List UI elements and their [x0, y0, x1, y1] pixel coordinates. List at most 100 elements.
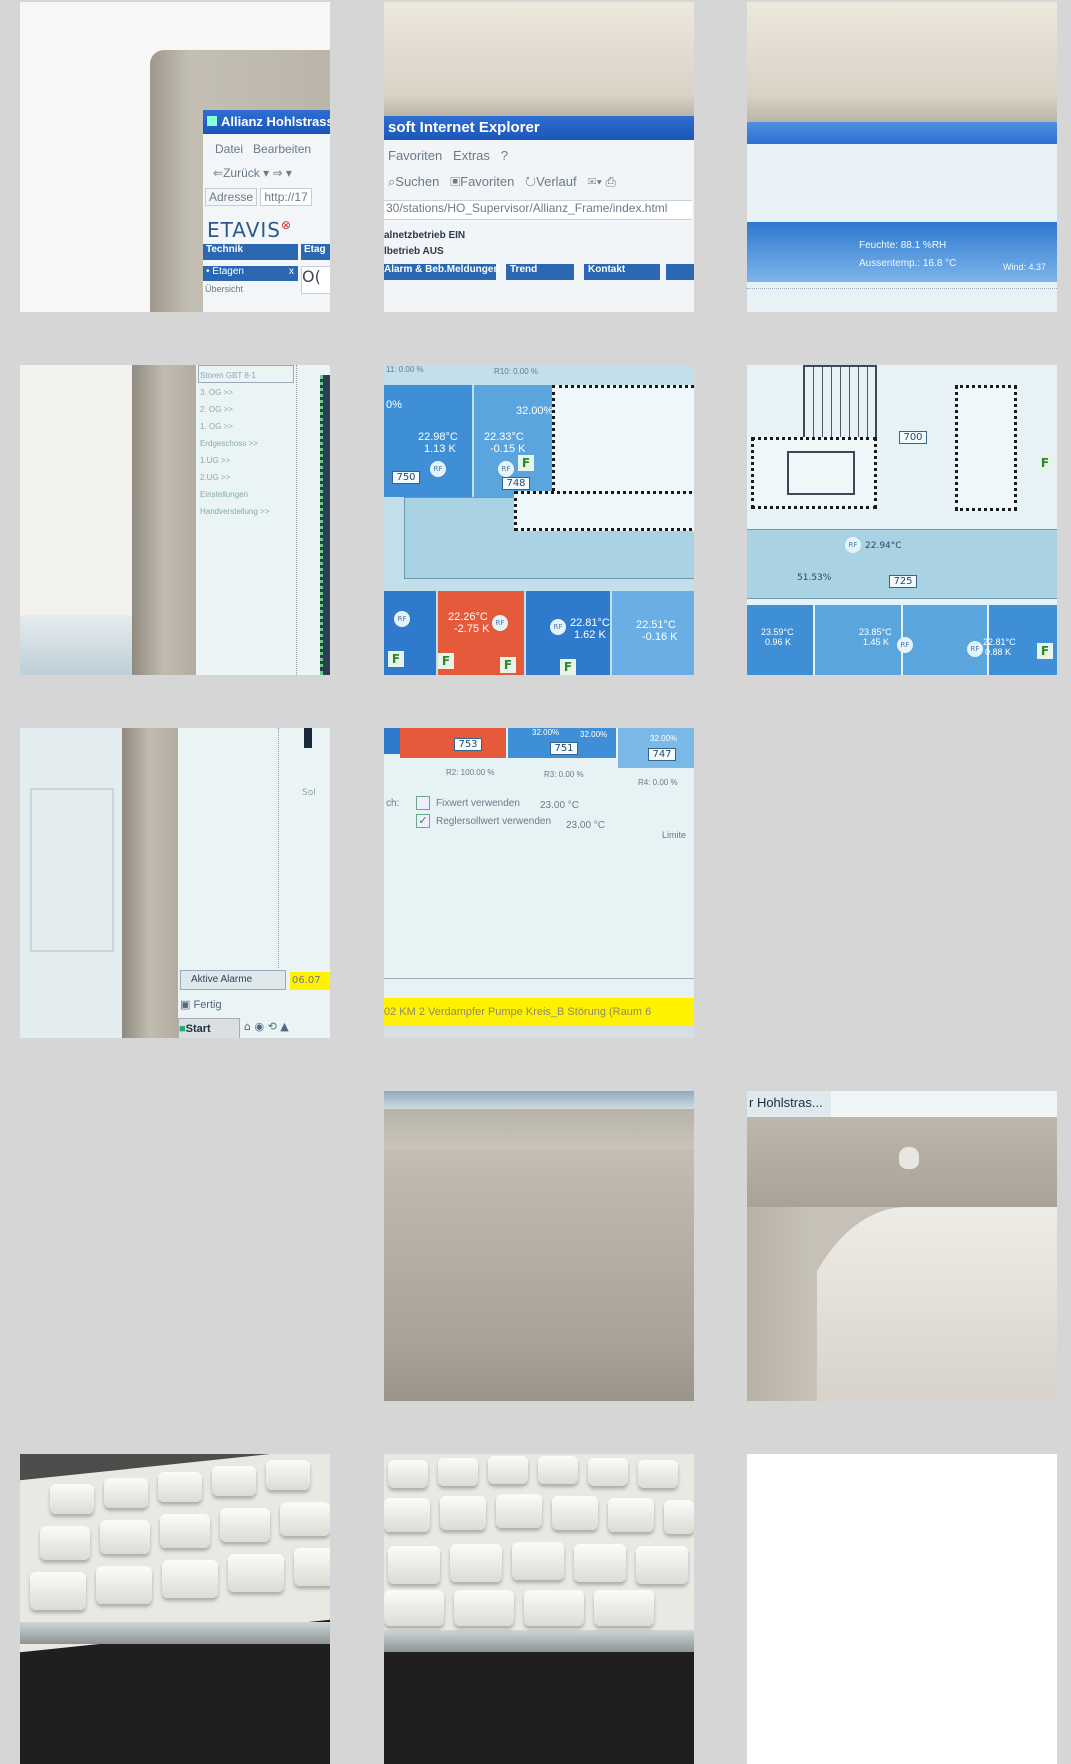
tab-trend[interactable]: Trend: [506, 264, 574, 280]
keyboard-key[interactable]: [30, 1572, 86, 1610]
tab-kontakt[interactable]: Kontakt: [584, 264, 660, 280]
regler-label: Reglersollwert verwenden: [436, 816, 552, 827]
screen-area: Storen GBT 8-1 3. OG >> 2. OG >> 1. OG >…: [196, 365, 330, 675]
ie-title-bar: [747, 122, 1057, 144]
rf-badge: RF: [967, 641, 983, 657]
keyboard-key[interactable]: [636, 1546, 688, 1584]
tile-status-left: Sol Aktive Alarme 06.07 ▣ Fertig ■Start …: [20, 728, 330, 1038]
keyboard-key[interactable]: [162, 1560, 218, 1598]
search-button[interactable]: Suchen: [395, 174, 439, 189]
tile-floorplan-right: 700 RF 22.94°C 51.53% 725 23.59°C 0.96 K…: [747, 365, 1057, 675]
tile-blank: [747, 1454, 1057, 1764]
favorites-icon[interactable]: ▣: [450, 174, 460, 189]
keyboard-key[interactable]: [384, 1590, 444, 1626]
keyboard-key[interactable]: [512, 1542, 564, 1580]
keyboard-key[interactable]: [450, 1544, 502, 1582]
keyboard-key[interactable]: [524, 1590, 584, 1626]
menu-favoriten[interactable]: Favoriten: [388, 148, 442, 163]
back-button[interactable]: Zurück: [223, 166, 260, 180]
keyboard-key[interactable]: [454, 1590, 514, 1626]
menu-help[interactable]: ?: [501, 148, 508, 163]
history-button[interactable]: Verlauf: [536, 174, 576, 189]
room-lower-3[interactable]: [903, 605, 987, 675]
menu-bearbeiten[interactable]: Bearbeiten: [253, 142, 311, 156]
keyboard-key[interactable]: [100, 1520, 150, 1554]
nav-item-eg[interactable]: Erdgeschoss >>: [200, 435, 269, 452]
nav-item-handverstellung[interactable]: Handverstellung >>: [200, 503, 269, 520]
keyboard-key[interactable]: [294, 1548, 330, 1586]
nav-item-storen[interactable]: Storen GBT 8-1: [200, 367, 269, 384]
room-number-751: 751: [550, 742, 578, 755]
keyboard-key[interactable]: [574, 1544, 626, 1582]
keyboard-key[interactable]: [608, 1498, 654, 1532]
keyboard-key[interactable]: [50, 1484, 94, 1514]
tile-weather: Feuchte: 88.1 %RH Aussentemp.: 16.8 °C W…: [747, 2, 1057, 312]
tile-floorplan-center: 11: 0.00 % R10: 0.00 % 0% 32.00% 22.98°C…: [384, 365, 694, 675]
keyboard-key[interactable]: [104, 1478, 148, 1508]
keyboard-key[interactable]: [160, 1514, 210, 1548]
keyboard-key[interactable]: [538, 1456, 578, 1484]
nav-item-1og[interactable]: 1. OG >>: [200, 418, 269, 435]
room-number-753: 753: [454, 738, 482, 751]
keyboard-key[interactable]: [280, 1502, 330, 1536]
rf-badge: RF: [430, 461, 446, 477]
keyboard-key[interactable]: [488, 1456, 528, 1484]
screen-area: Sol Aktive Alarme 06.07 ▣ Fertig ■Start …: [178, 728, 330, 1038]
keyboard-key[interactable]: [384, 1498, 430, 1532]
tab-alarm[interactable]: Alarm & Beb.Meldungen: [384, 264, 500, 280]
active-alarms-button[interactable]: Aktive Alarme: [180, 970, 286, 990]
keyboard-key[interactable]: [388, 1546, 440, 1584]
fan-icon: F: [560, 659, 576, 675]
keyboard-key[interactable]: [228, 1554, 284, 1592]
tab-etage[interactable]: Etag: [301, 244, 330, 260]
nav-item-2og[interactable]: 2. OG >>: [200, 401, 269, 418]
keyboard-key[interactable]: [664, 1500, 694, 1534]
keyboard-key[interactable]: [496, 1494, 542, 1528]
regler-checkbox[interactable]: ✓: [416, 814, 430, 828]
nav-item-einstellungen[interactable]: Einstellungen: [200, 486, 269, 503]
print-icon[interactable]: ⎙: [606, 174, 616, 189]
taskbar-window-button[interactable]: r Hohlstras...: [749, 1095, 823, 1110]
keyboard-key[interactable]: [552, 1496, 598, 1530]
keyboard-key[interactable]: [440, 1496, 486, 1530]
keyboard-key[interactable]: [388, 1460, 428, 1488]
tile-keyboard-right: [384, 1454, 694, 1764]
address-input[interactable]: http://17: [260, 188, 312, 206]
nav-uebersicht[interactable]: Übersicht: [205, 284, 243, 294]
address-input[interactable]: 30/stations/HO_Supervisor/Allianz_Frame/…: [384, 200, 692, 220]
tile-ie-chrome: soft Internet Explorer Favoriten Extras …: [384, 2, 694, 312]
quicklaunch-icons[interactable]: ⌂ ◉ ⟲ ▲: [244, 1020, 289, 1033]
inner-room: [787, 451, 855, 495]
keyboard-key[interactable]: [40, 1526, 90, 1560]
nav-etagen[interactable]: • Etagen x: [203, 266, 298, 281]
keyboard-key[interactable]: [266, 1460, 310, 1490]
favorites-button[interactable]: Favoriten: [460, 174, 514, 189]
corridor: [747, 529, 1057, 599]
keyboard-key[interactable]: [438, 1458, 478, 1486]
right-rooms: [955, 385, 1017, 511]
start-button[interactable]: ■Start: [178, 1018, 240, 1038]
back-arrow-icon[interactable]: ⇐: [213, 166, 223, 180]
nav-item-2ug[interactable]: 2.UG >>: [200, 469, 269, 486]
mail-icon[interactable]: ✉▾: [587, 174, 601, 189]
history-icon[interactable]: ↻: [525, 174, 536, 189]
keyboard-key[interactable]: [594, 1590, 654, 1626]
tab-technik[interactable]: Technik: [203, 244, 298, 260]
menu-datei[interactable]: Datei: [215, 142, 243, 156]
corridor-temp: 22.94°C: [865, 541, 902, 551]
background-blueprint: [30, 788, 114, 952]
keyboard-key[interactable]: [158, 1472, 202, 1502]
ie-title-bar: Allianz Hohlstrass: [203, 110, 330, 134]
menu-extras[interactable]: Extras: [453, 148, 490, 163]
keyboard-key[interactable]: [96, 1566, 152, 1604]
ie-logo-icon: [207, 116, 217, 126]
keyboard-key[interactable]: [212, 1466, 256, 1496]
keyboard-key[interactable]: [220, 1508, 270, 1542]
nav-item-1ug[interactable]: 1.UG >>: [200, 452, 269, 469]
bottom-frame-line: [384, 978, 694, 979]
nav-item-3og[interactable]: 3. OG >>: [200, 384, 269, 401]
fixwert-checkbox[interactable]: [416, 796, 430, 810]
keyboard-key[interactable]: [638, 1460, 678, 1488]
keyboard-key[interactable]: [588, 1458, 628, 1486]
room-753-red[interactable]: [400, 728, 506, 758]
